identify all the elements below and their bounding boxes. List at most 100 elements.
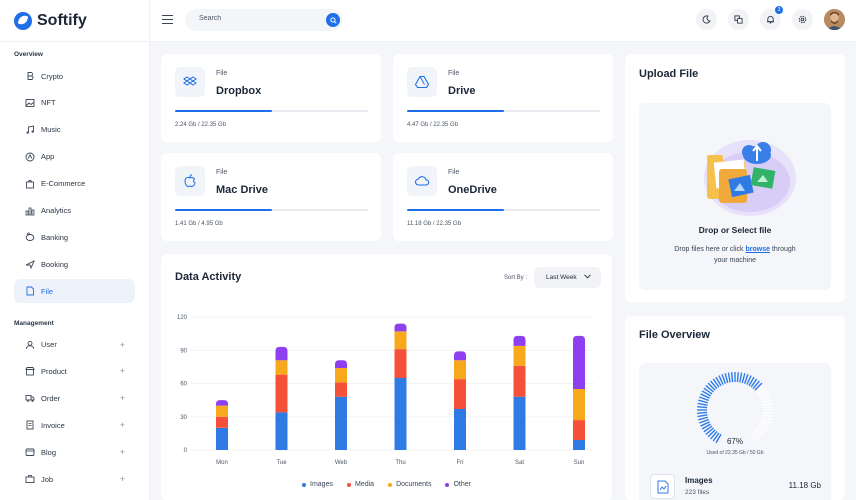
bar-segment-media-thu <box>394 349 407 378</box>
bar-segment-documents-thu <box>394 331 407 350</box>
translate-button[interactable] <box>728 9 749 30</box>
x-tick-label: Mon <box>216 460 228 466</box>
gauge-tick <box>697 411 708 415</box>
gauge-tick <box>761 416 772 421</box>
bar-segment-other-fri <box>454 351 466 361</box>
storage-progress-bar <box>407 110 600 112</box>
sidebar-item-app[interactable]: App <box>14 145 135 169</box>
expand-icon[interactable]: + <box>120 340 125 350</box>
sidebar-item-user[interactable]: User + <box>14 333 135 357</box>
bar-segment-other-sat <box>513 335 526 346</box>
x-tick-label: Tue <box>276 460 287 466</box>
sidebar-item-e-commerce[interactable]: E-Commerce <box>14 172 135 196</box>
storage-card-drive[interactable]: File Drive 4.47 Gb / 22.35 Gb <box>393 54 613 142</box>
expand-icon[interactable]: + <box>120 420 125 430</box>
sidebar-item-product[interactable]: Product + <box>14 359 135 383</box>
gauge-tick <box>697 405 708 409</box>
expand-icon[interactable]: + <box>120 474 125 484</box>
drop-zone[interactable]: Drop or Select file Drop files here or c… <box>639 103 831 290</box>
sidebar-item-music[interactable]: Music <box>14 118 135 142</box>
x-tick-label: Fri <box>457 460 464 466</box>
notifications-button[interactable]: 3 <box>760 6 783 30</box>
sidebar-item-file[interactable]: File <box>14 279 135 304</box>
overview-panel: 67% Used of 22.35 Gb / 50 Gb Images 223 … <box>639 363 831 500</box>
legend-item-images: Images <box>302 481 333 488</box>
legend-item-media: Media <box>346 481 375 488</box>
drop-title: Drop or Select file <box>698 225 772 235</box>
gauge-tick <box>762 405 773 409</box>
bar-segment-media-mon <box>216 416 228 428</box>
user-avatar[interactable] <box>824 9 845 30</box>
card-label: File <box>216 70 228 77</box>
sidebar-item-label: Order <box>41 393 61 403</box>
sidebar-item-blog[interactable]: Blog + <box>14 440 135 464</box>
sidebar-item-label: E-Commerce <box>41 179 86 189</box>
sidebar-item-label: NFT <box>41 98 56 108</box>
gauge-tick <box>762 402 773 406</box>
bar-segment-media-web <box>335 382 347 397</box>
storage-card-mac-drive[interactable]: File Mac Drive 1.41 Gb / 4.95 Gb <box>161 153 381 241</box>
browse-link[interactable]: browse <box>745 246 770 253</box>
theme-toggle-button[interactable] <box>696 9 717 30</box>
expand-icon[interactable]: + <box>120 447 125 457</box>
menu-toggle-icon[interactable] <box>162 15 173 24</box>
sidebar-item-label: App <box>41 152 55 162</box>
gauge-tick <box>698 399 709 404</box>
bar-segment-documents-sat <box>513 345 526 366</box>
bar-segment-images-mon <box>216 427 228 450</box>
gauge-tick <box>762 411 773 415</box>
sidebar-item-label: Banking <box>41 232 69 242</box>
activity-chart: 0 30 60 90 120 Mon Tue Web Thu Fri Sat Sun <box>177 315 594 466</box>
sidebar-item-invoice[interactable]: Invoice + <box>14 413 135 437</box>
truck-icon <box>25 393 35 403</box>
bar-segment-media-sat <box>513 365 526 397</box>
search-icon <box>329 16 337 24</box>
storage-card-onedrive[interactable]: File OneDrive 11.18 Gb / 22.35 Gb <box>393 153 613 241</box>
storage-card-dropbox[interactable]: File Dropbox 2.24 Gb / 22.35 Gb <box>161 54 381 142</box>
storage-gauge <box>697 372 773 443</box>
file-overview-title: File Overview <box>639 329 710 341</box>
sidebar-item-nft[interactable]: NFT <box>14 91 135 115</box>
card-name: Mac Drive <box>216 184 268 196</box>
gauge-tick <box>741 373 746 384</box>
expand-icon[interactable]: + <box>120 366 125 376</box>
file-type-name: Images <box>685 476 713 485</box>
bitcoin-icon <box>25 71 35 81</box>
legend-label: Media <box>354 481 375 488</box>
drop-instructions: Drop files here or click browse through … <box>674 246 796 264</box>
briefcase-icon <box>25 474 35 484</box>
x-tick-label: Sat <box>515 460 524 466</box>
upload-title: Upload File <box>639 68 699 80</box>
sidebar-item-analytics[interactable]: Analytics <box>14 199 135 223</box>
expand-icon[interactable]: + <box>120 393 125 403</box>
storage-progress-bar <box>175 209 368 211</box>
storage-usage: 11.18 Gb / 22.35 Gb <box>407 221 461 227</box>
legend-dot <box>445 482 450 487</box>
bar-chart-icon <box>25 206 35 216</box>
bar-segment-media-sun <box>573 420 585 441</box>
sidebar-item-booking[interactable]: Booking <box>14 252 135 276</box>
image-file-icon <box>650 474 675 499</box>
search-input[interactable] <box>199 15 319 22</box>
card-label: File <box>216 169 228 176</box>
bar-segment-media-tue <box>275 374 288 413</box>
search-button[interactable] <box>326 13 340 27</box>
sidebar-item-job[interactable]: Job + <box>14 467 135 491</box>
file-icon <box>25 286 35 296</box>
logo-icon <box>14 11 32 30</box>
settings-button[interactable] <box>792 9 813 30</box>
gauge-tick <box>739 372 743 383</box>
sidebar-item-banking[interactable]: Banking <box>14 225 135 249</box>
bar-segment-documents-tue <box>275 360 288 375</box>
bar-segment-images-thu <box>394 377 407 450</box>
sidebar-item-crypto[interactable]: Crypto <box>14 64 135 88</box>
shopping-bag-icon <box>25 179 35 189</box>
logo[interactable]: Softify <box>0 0 149 42</box>
storage-progress-fill <box>407 209 504 211</box>
invoice-icon <box>25 420 35 430</box>
dropbox-icon <box>175 67 205 97</box>
bar-segment-media-fri <box>454 379 466 409</box>
sidebar-item-order[interactable]: Order + <box>14 386 135 410</box>
gauge-tick <box>724 373 729 384</box>
bar-segment-other-tue <box>275 346 288 361</box>
